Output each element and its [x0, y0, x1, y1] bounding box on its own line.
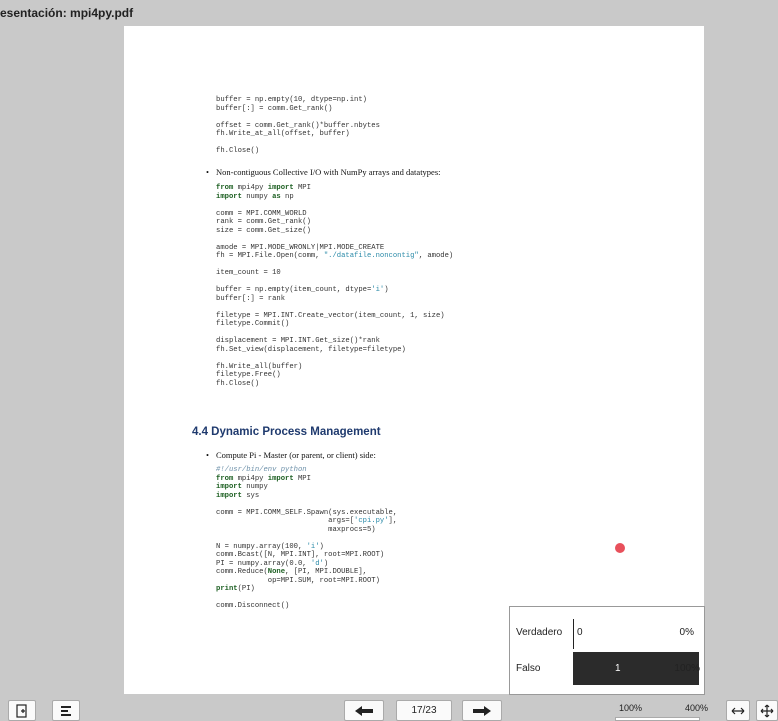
bullet-item: • Compute Pi - Master (or parent, or clie… — [206, 450, 376, 460]
poll-count: 1 — [615, 663, 621, 674]
poll-percent: 0% — [679, 627, 694, 638]
prev-page-button[interactable] — [344, 700, 384, 721]
poll-option-label: Falso — [516, 663, 541, 674]
arrow-left-icon — [355, 705, 373, 716]
bullet-text: Non-contiguous Collective I/O with NumPy… — [216, 167, 441, 177]
next-page-button[interactable] — [462, 700, 502, 721]
laser-pointer — [615, 543, 625, 553]
code-block: #!/usr/bin/env python from mpi4py import… — [216, 466, 398, 610]
poll-results-panel: Verdadero 0 0% Falso 1 100% — [509, 606, 705, 695]
poll-option-label: Verdadero — [516, 627, 563, 638]
bullet-item: • Non-contiguous Collective I/O with NumP… — [206, 167, 441, 177]
zoom-max-label: 400% — [685, 703, 709, 713]
page-indicator: 17/23 — [396, 700, 452, 721]
fit-width-icon — [731, 707, 745, 714]
poll-count: 0 — [577, 627, 583, 638]
window-title: esentación: mpi4py.pdf — [0, 6, 134, 20]
outline-button[interactable] — [52, 700, 80, 721]
zoom-min-label: 100% — [619, 703, 643, 713]
list-icon — [61, 705, 71, 716]
code-block: buffer = np.empty(10, dtype=np.int) buff… — [216, 96, 380, 155]
move-icon — [760, 704, 774, 717]
code-block: from mpi4py import MPI import numpy as n… — [216, 184, 454, 388]
pdf-page: buffer = np.empty(10, dtype=np.int) buff… — [124, 26, 704, 694]
poll-percent: 100% — [674, 663, 700, 674]
bullet-text: Compute Pi - Master (or parent, or clien… — [216, 450, 376, 460]
file-add-button[interactable] — [8, 700, 36, 721]
arrow-right-icon — [473, 705, 491, 716]
section-heading: 4.4 Dynamic Process Management — [192, 426, 381, 438]
fit-width-button[interactable] — [726, 700, 750, 721]
poll-axis — [573, 619, 574, 649]
zoom-slider[interactable] — [615, 717, 700, 721]
move-button[interactable] — [756, 700, 778, 721]
file-add-icon — [16, 703, 27, 718]
